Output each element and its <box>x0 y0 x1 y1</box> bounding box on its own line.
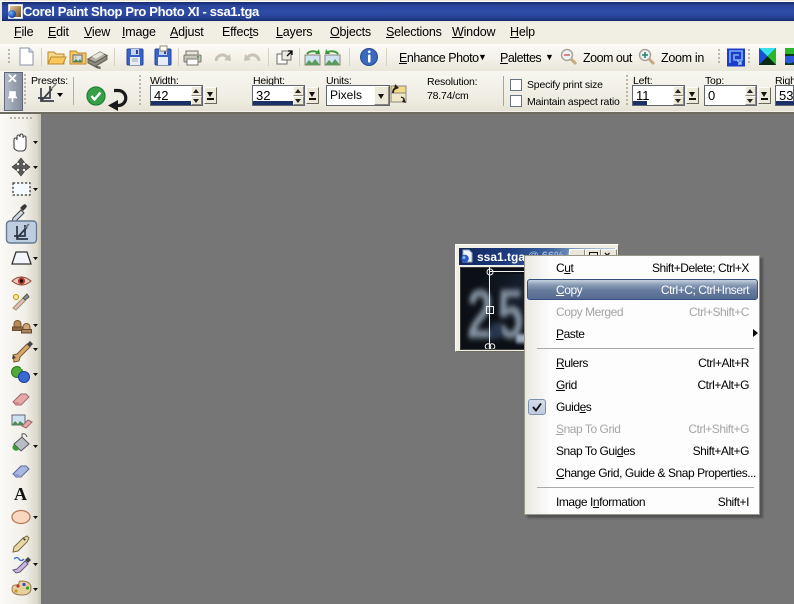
svg-text:A: A <box>14 484 27 504</box>
